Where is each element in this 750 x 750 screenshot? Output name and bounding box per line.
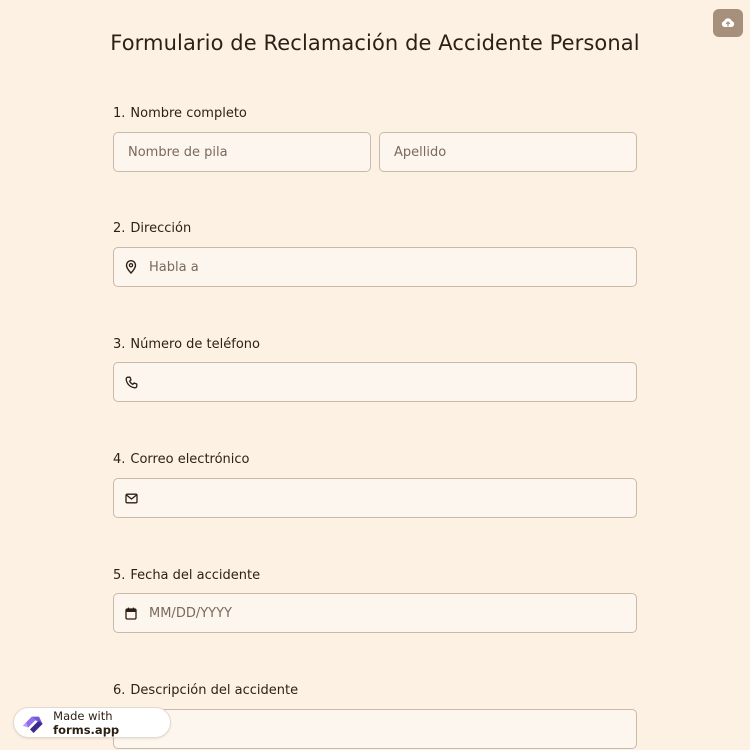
map-pin-icon	[123, 259, 139, 275]
question-label-email: 4. Correo electrónico	[113, 452, 250, 467]
phone-input[interactable]	[113, 362, 637, 402]
badge-prefix: Made with	[53, 708, 113, 723]
question-number: 3.	[113, 337, 126, 352]
question-text: Correo electrónico	[130, 452, 250, 467]
forms-app-logo-icon	[22, 716, 43, 733]
last-name-input[interactable]: Apellido	[379, 132, 637, 172]
accident-date-placeholder: MM/DD/YYYY	[149, 605, 232, 621]
question-text: Dirección	[130, 221, 192, 236]
calendar-icon	[123, 605, 139, 621]
badge-brand: forms.app	[53, 722, 120, 737]
question-text: Número de teléfono	[130, 337, 260, 352]
question-text: Fecha del accidente	[130, 568, 261, 583]
first-name-input[interactable]: Nombre de pila	[113, 132, 371, 172]
question-number: 6.	[113, 683, 126, 698]
address-placeholder: Habla a	[149, 259, 199, 275]
question-text: Nombre completo	[130, 106, 247, 121]
question-number: 2.	[113, 221, 126, 236]
question-label-phone: 3. Número de teléfono	[113, 337, 260, 352]
phone-icon	[123, 374, 139, 390]
question-label-accident-date: 5. Fecha del accidente	[113, 568, 260, 583]
made-with-forms-app-badge[interactable]: Made with forms.app	[13, 707, 171, 738]
question-label-address: 2. Dirección	[113, 221, 191, 236]
question-text: Descripción del accidente	[130, 683, 299, 698]
accident-date-input[interactable]: MM/DD/YYYY	[113, 593, 637, 633]
question-label-full-name: 1. Nombre completo	[113, 106, 247, 121]
email-input[interactable]	[113, 478, 637, 518]
accident-description-input[interactable]	[113, 709, 637, 749]
first-name-placeholder: Nombre de pila	[128, 144, 228, 160]
cloud-upload-icon	[721, 18, 735, 27]
question-number: 5.	[113, 568, 126, 583]
question-number: 4.	[113, 452, 126, 467]
address-input[interactable]: Habla a	[113, 247, 637, 287]
question-label-accident-description: 6. Descripción del accidente	[113, 683, 298, 698]
badge-text: Made with forms.app	[53, 709, 170, 737]
envelope-icon	[123, 490, 139, 506]
question-number: 1.	[113, 106, 126, 121]
last-name-placeholder: Apellido	[394, 144, 447, 160]
form-title: Formulario de Reclamación de Accidente P…	[110, 31, 640, 55]
